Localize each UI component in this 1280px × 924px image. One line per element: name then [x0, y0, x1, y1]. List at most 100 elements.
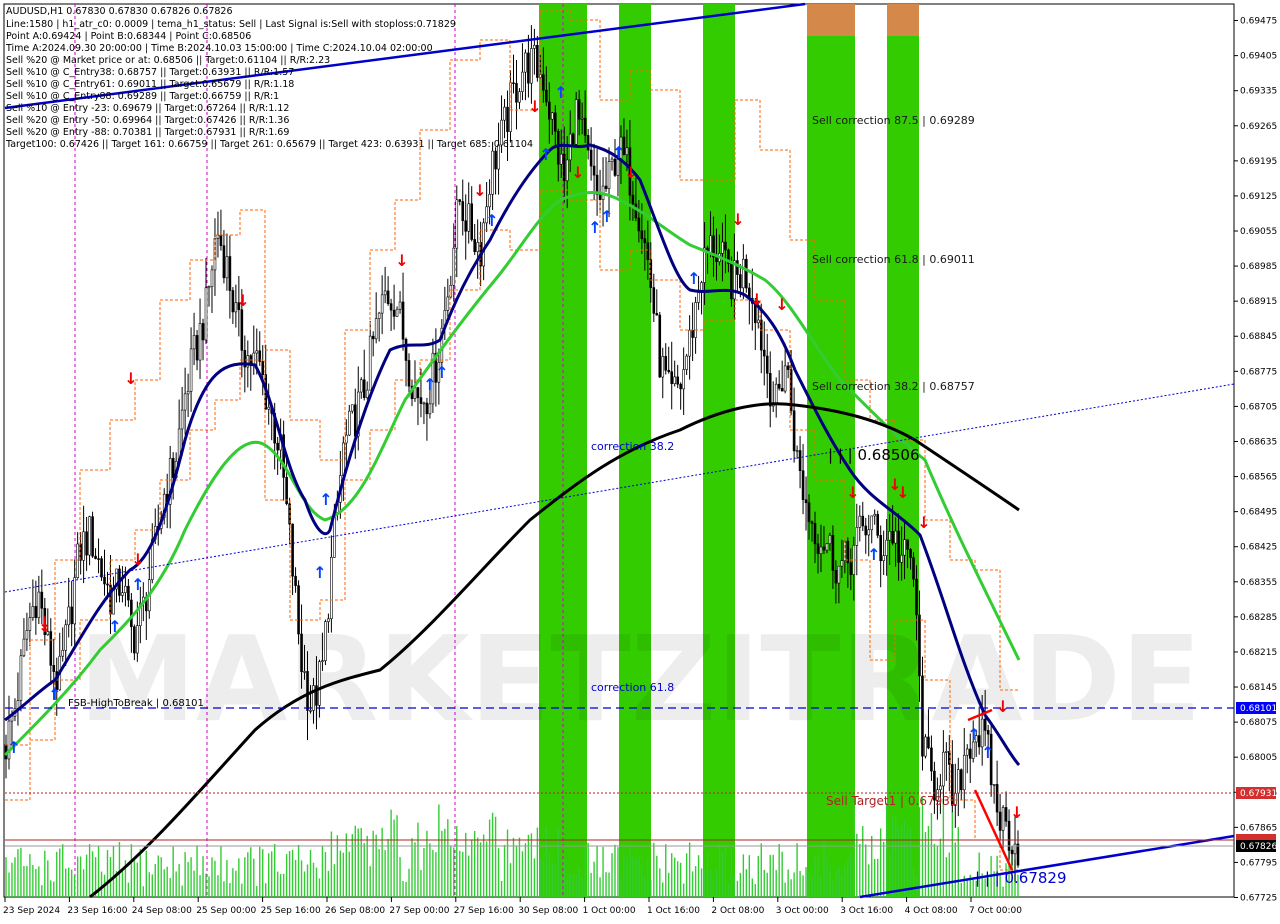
candle-body — [195, 335, 199, 361]
candle-body — [658, 314, 662, 378]
candle-body — [207, 286, 211, 289]
candle-body — [577, 99, 581, 120]
candle-body — [592, 165, 596, 176]
candle-body — [64, 624, 68, 651]
candle-body — [956, 769, 960, 794]
y-tick-label: 0.67795 — [1240, 858, 1277, 868]
x-tick-label: 4 Oct 08:00 — [905, 906, 958, 916]
candle-body — [906, 539, 909, 550]
candle-body — [368, 335, 372, 391]
candle-body — [607, 161, 611, 190]
buy-arrow-icon: ↑ — [867, 545, 880, 564]
candle-body — [924, 736, 927, 757]
candle-body — [321, 660, 324, 662]
candle-body — [971, 741, 975, 759]
price-chart[interactable]: MARKETZITRADE ↓↓↓↓↓↓↓ ↓↓↓ ↓↓ ↓↓↓↓↓↓↓↑↑↑↑↑↑↑… — [0, 0, 1280, 920]
candle-body — [885, 539, 888, 557]
y-tick-label: 0.69475 — [1240, 17, 1277, 27]
candle-body — [419, 397, 423, 404]
candle-body — [348, 410, 351, 436]
candle-body — [912, 557, 915, 580]
sell-arrow-icon: ↓ — [528, 97, 541, 116]
buy-arrow-icon: ↑ — [967, 725, 980, 744]
point-c-label: | | | 0.68506 — [828, 446, 920, 464]
candle-body — [942, 751, 945, 787]
candle-body — [640, 230, 644, 240]
candle-body — [374, 318, 378, 340]
y-tick-label: 0.68355 — [1240, 578, 1277, 588]
y-tick-label: 0.69265 — [1240, 122, 1277, 132]
candle-body — [825, 543, 829, 551]
candle-body — [855, 527, 859, 546]
candle-body — [216, 234, 220, 239]
candle-body — [562, 153, 566, 182]
candle-body — [28, 617, 32, 631]
candle-body — [742, 258, 745, 289]
candle-body — [401, 301, 405, 340]
x-tick-label: 1 Oct 00:00 — [583, 906, 636, 916]
target1-price-tag-text: 0.67931 — [1240, 789, 1277, 799]
info-line: Sell %10 @ C_Entry88: 0.69289 || Target:… — [6, 91, 279, 102]
candle-body — [219, 234, 223, 247]
candle-body — [918, 614, 921, 677]
fsb-label: FSB-HighToBreak | 0.68101 — [68, 698, 204, 709]
candle-body — [792, 410, 796, 452]
candle-body — [342, 442, 345, 476]
candle-body — [882, 555, 885, 562]
info-line: Time A:2024.09.30 20:00:00 | Time B:2024… — [5, 43, 433, 54]
candle-body — [210, 269, 214, 287]
candle-body — [1001, 807, 1005, 831]
candle-body — [377, 312, 381, 319]
candle-body — [724, 241, 727, 251]
candle-body — [559, 153, 563, 165]
candle-body — [828, 535, 832, 545]
buy-arrow-icon: ↑ — [108, 617, 121, 636]
info-line: Sell %10 @ C_Entry38: 0.68757 || Target:… — [6, 67, 294, 78]
correction-618-label: correction 61.8 — [591, 681, 674, 694]
green-zone — [703, 4, 735, 897]
candle-body — [52, 665, 56, 672]
candle-body — [939, 785, 942, 791]
candle-body — [228, 256, 232, 291]
candle-body — [362, 379, 366, 398]
y-tick-label: 0.69125 — [1240, 192, 1277, 202]
candle-body — [625, 147, 629, 155]
current-price-tag-text: 0.67826 — [1240, 842, 1277, 852]
candle-body — [225, 256, 229, 279]
candle-body — [685, 355, 688, 370]
y-tick-label: 0.68215 — [1240, 648, 1277, 658]
x-tick-label: 3 Oct 00:00 — [776, 906, 829, 916]
candle-body — [300, 633, 303, 672]
candle-body — [652, 287, 656, 314]
candle-body — [395, 308, 399, 317]
buy-arrow-icon: ↑ — [485, 211, 498, 230]
sell-arrow-icon: ↓ — [38, 613, 51, 632]
candle-body — [467, 203, 471, 232]
candle-body — [446, 296, 450, 311]
candle-body — [553, 112, 557, 132]
candle-body — [494, 150, 497, 170]
candle-body — [112, 588, 115, 615]
x-tick-label: 30 Sep 08:00 — [518, 906, 578, 916]
candle-body — [556, 130, 560, 165]
candle-body — [682, 369, 685, 390]
candle-body — [962, 754, 966, 791]
candle-body — [849, 562, 853, 575]
info-line: Sell %10 @ C_Entry61: 0.69011 || Target:… — [6, 79, 294, 90]
candle-body — [524, 52, 527, 73]
candle-body — [204, 287, 208, 341]
candle-body — [813, 523, 817, 545]
candle-body — [106, 583, 109, 586]
sell-target-label: Sell Target1 | 0.67931 — [826, 794, 958, 808]
candle-body — [637, 217, 641, 232]
candle-body — [894, 530, 897, 544]
candle-body — [198, 323, 202, 361]
candle-body — [488, 194, 491, 208]
candle-body — [927, 736, 930, 749]
info-line: Sell %10 @ Entry -23: 0.69679 || Target:… — [6, 103, 289, 114]
candle-body — [40, 591, 44, 609]
candle-body — [398, 301, 402, 310]
candle-body — [759, 319, 763, 351]
x-tick-label: 1 Oct 16:00 — [647, 906, 700, 916]
y-tick-label: 0.69405 — [1240, 52, 1277, 62]
